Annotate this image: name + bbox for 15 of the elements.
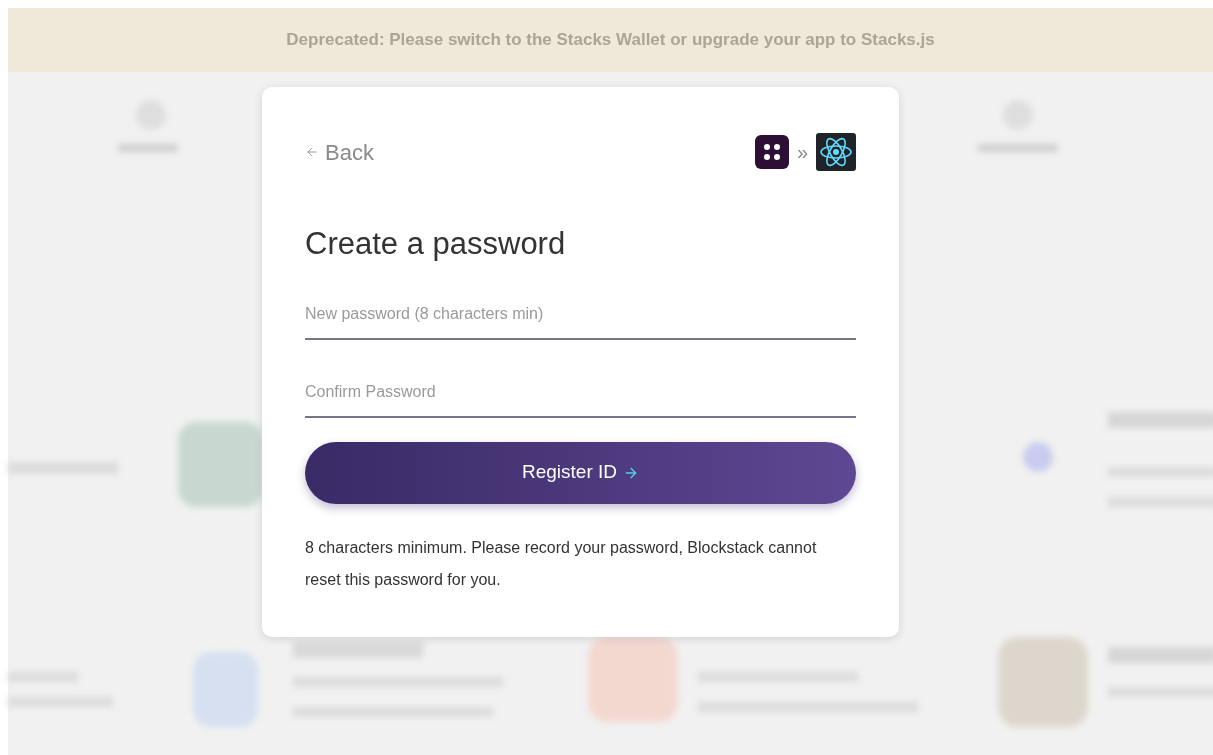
- dialog-title: Create a password: [305, 225, 567, 263]
- blurred-text: [8, 672, 78, 682]
- register-button[interactable]: Register ID: [305, 441, 856, 504]
- blurred-app-icon: [1023, 442, 1053, 472]
- blurred-app-icon: [588, 637, 678, 722]
- password-hint: 8 characters minimum. Please record your password, Blockstack cannot reset this password for you.: [305, 537, 818, 590]
- deprecation-banner: Deprecated: Please switch to the Stacks Wallet or upgrade your app to Stacks.js: [8, 8, 1213, 72]
- blurred-app-icon: [193, 652, 258, 727]
- arrow-separator: »: [796, 140, 808, 165]
- blurred-app-icon: [178, 422, 263, 507]
- atom-logo-icon: [816, 133, 856, 171]
- blurred-app-icon: [998, 637, 1088, 727]
- password-field[interactable]: New password (8 characters min): [305, 289, 856, 340]
- dots-logo-icon: [754, 135, 789, 169]
- password-field[interactable]: Confirm Password: [305, 367, 856, 418]
